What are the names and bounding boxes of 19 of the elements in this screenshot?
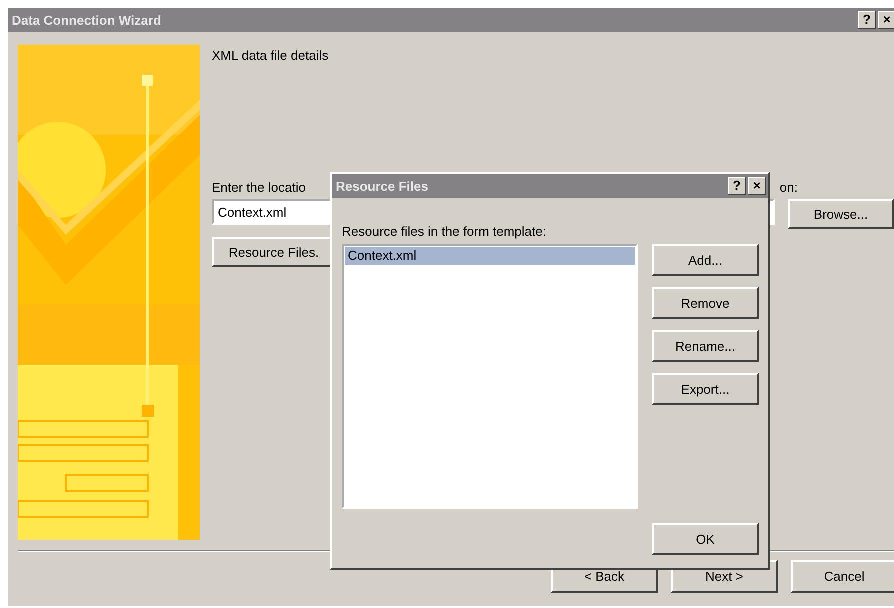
- location-label: Enter the locatio: [212, 180, 306, 195]
- file-list[interactable]: Context.xml: [342, 244, 638, 509]
- close-button[interactable]: ×: [878, 11, 894, 29]
- help-button[interactable]: ?: [858, 11, 876, 29]
- browse-button[interactable]: Browse...: [788, 199, 894, 229]
- window-title: Data Connection Wizard: [12, 12, 162, 28]
- location-label: on:: [780, 180, 798, 195]
- file-item[interactable]: Context.xml: [345, 247, 635, 265]
- list-label: Resource files in the form template:: [342, 224, 548, 239]
- remove-button[interactable]: Remove: [652, 287, 759, 319]
- ok-button[interactable]: OK: [652, 523, 759, 555]
- export-button[interactable]: Export...: [652, 373, 759, 405]
- close-button[interactable]: ×: [748, 177, 766, 195]
- add-button[interactable]: Add...: [652, 244, 759, 276]
- cancel-button[interactable]: Cancel: [791, 560, 894, 593]
- rename-button[interactable]: Rename...: [652, 330, 759, 362]
- page-heading: XML data file details: [212, 48, 329, 63]
- help-button[interactable]: ?: [728, 177, 746, 195]
- dialog-title: Resource Files: [336, 178, 428, 194]
